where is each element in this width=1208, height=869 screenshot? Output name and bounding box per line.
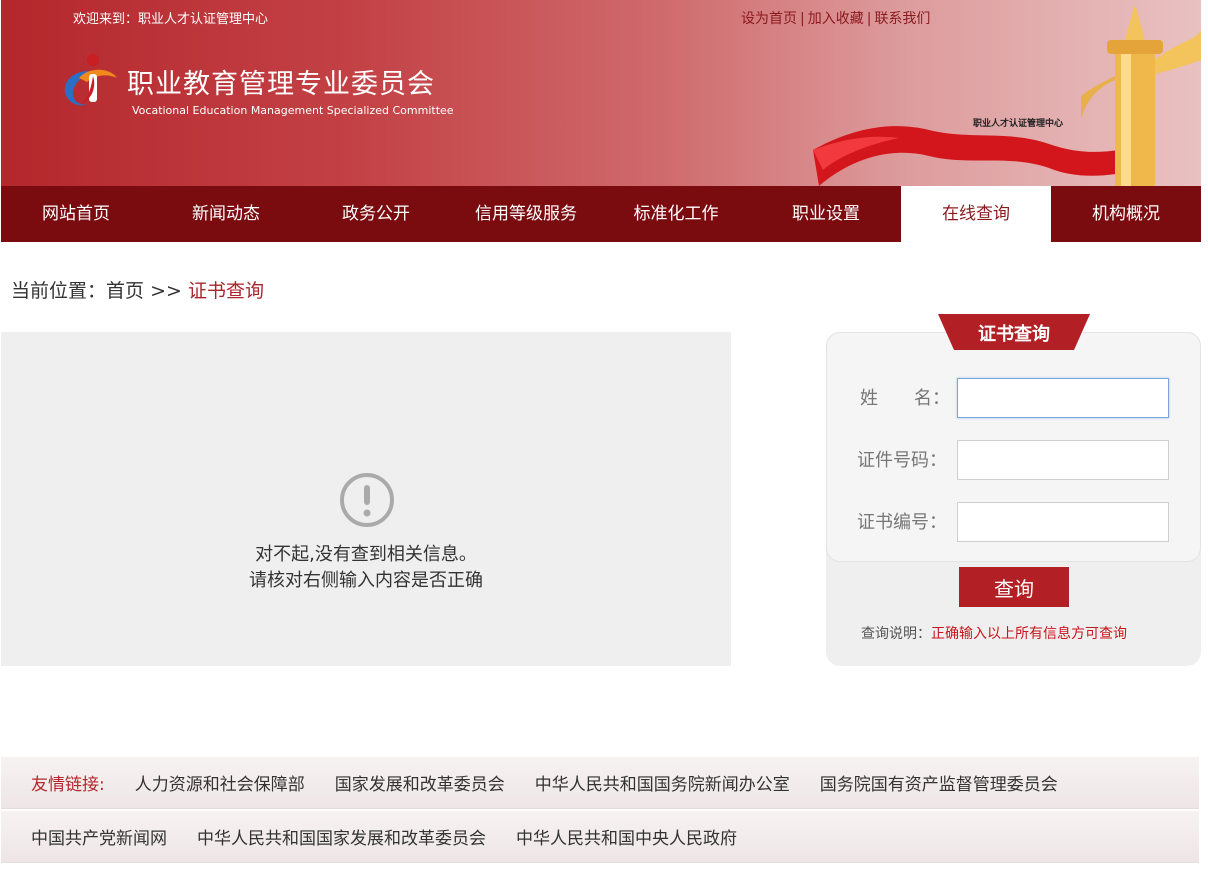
breadcrumb: 当前位置：首页 >> 证书查询 bbox=[11, 276, 264, 303]
separator: | bbox=[800, 11, 805, 27]
check-input-message: 请核对右侧输入内容是否正确 bbox=[249, 570, 483, 591]
friend-link[interactable]: 中国共产党新闻网 bbox=[31, 824, 167, 849]
name-label: 姓 名： bbox=[860, 388, 950, 409]
contact-us-link[interactable]: 联系我们 bbox=[874, 11, 930, 27]
nav-standardization[interactable]: 标准化工作 bbox=[601, 186, 751, 242]
id-number-label: 证件号码： bbox=[857, 450, 947, 471]
nav-occupation-setup[interactable]: 职业设置 bbox=[751, 186, 901, 242]
no-result-message: 对不起,没有查到相关信息。 bbox=[255, 544, 477, 565]
welcome-text: 欢迎来到：职业人才认证管理中心 bbox=[73, 12, 269, 27]
site-header: 欢迎来到：职业人才认证管理中心 设为首页 | 加入收藏 | 联系我们 职业教育管理专业委… bbox=[1, 0, 1201, 186]
nav-credit-service[interactable]: 信用等级服务 bbox=[451, 186, 601, 242]
exclamation-circle-icon bbox=[340, 473, 394, 527]
query-note: 查询说明：正确输入以上所有信息方可查询 bbox=[861, 623, 1127, 643]
header-caption: 职业人才认证管理中心 bbox=[973, 119, 1064, 129]
set-homepage-link[interactable]: 设为首页 bbox=[741, 11, 797, 27]
id-number-input[interactable] bbox=[957, 440, 1169, 480]
friend-link[interactable]: 国家发展和改革委员会 bbox=[335, 770, 505, 795]
top-links: 设为首页 | 加入收藏 | 联系我们 bbox=[741, 8, 930, 28]
add-favorite-link[interactable]: 加入收藏 bbox=[808, 11, 864, 27]
nav-online-query[interactable]: 在线查询 bbox=[901, 186, 1051, 242]
site-subtitle: Vocational Education Management Speciali… bbox=[132, 104, 454, 117]
friend-link[interactable]: 中华人民共和国国务院新闻办公室 bbox=[535, 770, 790, 795]
nav-government-affairs[interactable]: 政务公开 bbox=[301, 186, 451, 242]
certificate-number-label: 证书编号： bbox=[857, 512, 947, 533]
nav-organization[interactable]: 机构概况 bbox=[1051, 186, 1201, 242]
friend-link[interactable]: 人力资源和社会保障部 bbox=[135, 770, 305, 795]
friend-link[interactable]: 中华人民共和国中央人民政府 bbox=[516, 824, 737, 849]
nav-home[interactable]: 网站首页 bbox=[1, 186, 151, 242]
breadcrumb-separator: >> bbox=[144, 280, 188, 302]
query-note-prefix: 查询说明： bbox=[861, 626, 931, 642]
site-title: 职业教育管理专业委员会 bbox=[127, 69, 435, 100]
name-input[interactable] bbox=[957, 378, 1169, 418]
breadcrumb-current: 证书查询 bbox=[187, 280, 264, 302]
query-button[interactable]: 查询 bbox=[959, 567, 1069, 607]
query-note-text: 正确输入以上所有信息方可查询 bbox=[931, 626, 1127, 642]
main-nav: 网站首页 新闻动态 政务公开 信用等级服务 标准化工作 职业设置 在线查询 机构… bbox=[1, 186, 1201, 242]
result-panel: 对不起,没有查到相关信息。 请核对右侧输入内容是否正确 bbox=[1, 332, 731, 666]
friend-links-row: 友情链接: 人力资源和社会保障部 国家发展和改革委员会 中华人民共和国国务院新闻… bbox=[1, 757, 1199, 809]
breadcrumb-home-link[interactable]: 首页 bbox=[106, 280, 144, 302]
friend-link[interactable]: 中华人民共和国国家发展和改革委员会 bbox=[197, 824, 486, 849]
friend-link[interactable]: 国务院国有资产监督管理委员会 bbox=[820, 770, 1058, 795]
friend-links-row: 中国共产党新闻网 中华人民共和国国家发展和改革委员会 中华人民共和国中央人民政府 bbox=[1, 811, 1199, 863]
query-tab-title: 证书查询 bbox=[978, 324, 1050, 345]
separator: | bbox=[866, 11, 872, 27]
breadcrumb-prefix: 当前位置： bbox=[11, 280, 107, 302]
certificate-number-input[interactable] bbox=[957, 502, 1169, 542]
huabiao-pillar-decoration bbox=[1081, 4, 1201, 186]
nav-news[interactable]: 新闻动态 bbox=[151, 186, 301, 242]
friend-links-title: 友情链接: bbox=[31, 775, 105, 795]
committee-logo-icon bbox=[64, 54, 117, 106]
